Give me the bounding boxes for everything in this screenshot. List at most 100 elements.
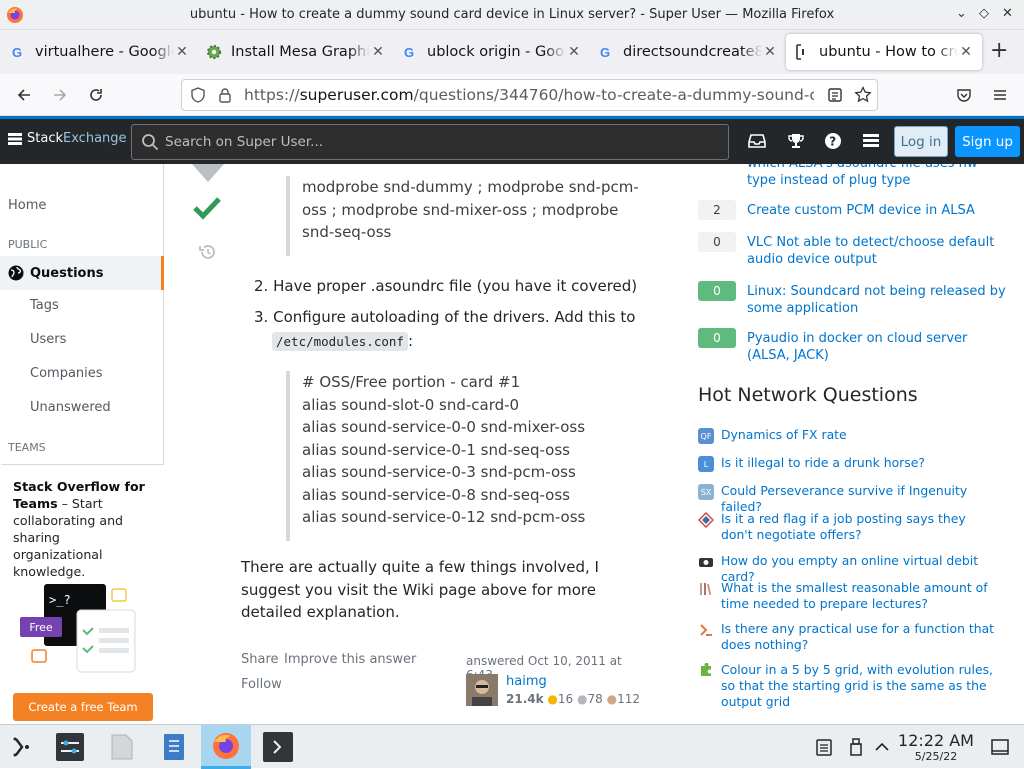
pocket-icon[interactable] <box>956 87 972 103</box>
create-team-button[interactable]: Create a free Team <box>13 693 153 721</box>
firefox-taskbar-icon[interactable] <box>201 725 251 769</box>
close-icon[interactable]: ✕ <box>1002 6 1013 21</box>
terminal-icon[interactable] <box>256 725 300 769</box>
login-button[interactable]: Log in <box>894 126 948 157</box>
follow-link[interactable]: Follow <box>241 677 282 692</box>
clock[interactable]: 12:22 AM 5/25/22 <box>896 733 976 765</box>
minimize-icon[interactable]: ⌄ <box>956 6 967 21</box>
page-content: Home PUBLIC Questions Tags Users Compani… <box>0 164 1024 724</box>
share-link[interactable]: Share <box>241 652 279 667</box>
superuser-icon <box>794 44 810 60</box>
system-settings-icon[interactable] <box>48 725 92 769</box>
signup-button[interactable]: Sign up <box>955 126 1020 157</box>
reload-button[interactable] <box>83 82 109 108</box>
tab-close-icon[interactable]: ✕ <box>370 44 386 60</box>
inbox-icon[interactable] <box>746 130 768 152</box>
nav-users[interactable]: Users <box>30 332 66 347</box>
svg-text:G: G <box>12 45 22 59</box>
space-icon: SX <box>698 484 714 500</box>
maximize-icon[interactable]: ◇ <box>979 6 989 21</box>
file-icon[interactable] <box>100 725 144 769</box>
nav-tags[interactable]: Tags <box>30 298 59 313</box>
nav-unanswered[interactable]: Unanswered <box>30 400 111 415</box>
teams-promo: Stack Overflow for Teams – Start collabo… <box>1 464 164 724</box>
academia-icon <box>700 583 712 596</box>
tab-close-icon[interactable]: ✕ <box>958 44 974 60</box>
url-text: https://superuser.com/questions/344760/h… <box>244 86 814 104</box>
arrow-left-icon <box>17 89 30 101</box>
nav-section-teams: TEAMS <box>8 441 46 454</box>
answer-count: 2 <box>698 200 736 220</box>
firefox-icon <box>7 7 23 23</box>
law-icon: L <box>698 456 714 472</box>
stackexchange-topbar: Stack Exchange Search on Super User... ? … <box>0 116 1024 164</box>
code-block-aliases: # OSS/Free portion - card #1 alias sound… <box>286 371 585 541</box>
svg-text:>_?: >_? <box>49 593 71 607</box>
left-sidebar: Home PUBLIC Questions Tags Users Compani… <box>0 164 164 724</box>
help-icon[interactable]: ? <box>822 130 844 152</box>
money-icon <box>699 558 713 567</box>
show-desktop-icon[interactable] <box>980 725 1020 769</box>
menu-hamburger-icon[interactable] <box>992 87 1008 103</box>
reload-icon <box>90 89 102 101</box>
svg-text:G: G <box>404 45 414 59</box>
chevron-up-icon[interactable] <box>864 725 900 769</box>
gear-icon <box>206 44 222 60</box>
tab-close-icon[interactable]: ✕ <box>566 44 582 60</box>
improve-answer-link[interactable]: Improve this answer <box>284 652 416 667</box>
achievements-trophy-icon[interactable] <box>785 130 807 152</box>
nav-questions[interactable]: Questions <box>0 256 164 290</box>
inline-code: /etc/modules.conf <box>272 332 408 351</box>
google-icon: G <box>402 44 418 60</box>
document-viewer-icon[interactable] <box>152 725 196 769</box>
puzzling-icon <box>701 663 711 676</box>
accepted-checkmark-icon <box>193 197 221 220</box>
svg-text:G: G <box>600 45 610 59</box>
new-tab-button[interactable]: + <box>990 38 1008 63</box>
quant-icon: QF <box>698 428 714 444</box>
answer-count: 0 <box>698 328 736 348</box>
arrow-right-icon <box>54 89 67 101</box>
list-item-3: 3. Configure autoloading of the drivers.… <box>254 308 636 326</box>
globe-icon <box>8 265 24 281</box>
teams-promo-text: Stack Overflow for Teams – Start collabo… <box>13 479 145 579</box>
site-switcher-icon[interactable] <box>860 130 882 152</box>
hot-network-questions-title: Hot Network Questions <box>698 384 918 406</box>
forward-button[interactable] <box>47 82 73 108</box>
reader-view-icon[interactable] <box>827 87 843 103</box>
tab-close-icon[interactable]: ✕ <box>174 44 190 60</box>
history-icon[interactable] <box>198 242 218 262</box>
navigation-toolbar: https://superuser.com/questions/344760/h… <box>0 74 1024 116</box>
lock-icon[interactable] <box>218 87 232 103</box>
nav-home[interactable]: Home <box>8 198 46 213</box>
app-launcher-icon[interactable] <box>0 725 44 769</box>
answer-closing-paragraph: There are actually quite a few things in… <box>241 558 599 621</box>
list-item-2: 2. Have proper .asoundrc file (you have … <box>254 277 638 295</box>
google-icon: G <box>10 44 26 60</box>
answer-count: 0 <box>698 281 736 301</box>
window-titlebar: ubuntu - How to create a dummy sound car… <box>0 0 1024 30</box>
workplace-icon <box>698 512 714 528</box>
tab-mesa[interactable]: Install Mesa Graphics ✕ <box>198 34 394 70</box>
user-name[interactable]: haimg <box>506 674 547 689</box>
svg-text:?: ? <box>829 135 836 149</box>
tab-ublock[interactable]: G ublock origin - Googl ✕ <box>394 34 590 70</box>
avatar[interactable] <box>466 674 498 706</box>
stackexchange-logo[interactable]: Stack Exchange <box>8 131 127 146</box>
downvote-arrow-icon[interactable] <box>191 164 225 182</box>
search-input[interactable]: Search on Super User... <box>131 124 729 160</box>
shield-icon[interactable] <box>190 87 206 103</box>
nav-section-public: PUBLIC <box>8 238 48 251</box>
bookmark-star-icon[interactable] <box>854 86 872 104</box>
taskbar: 12:22 AM 5/25/22 <box>0 724 1024 769</box>
back-button[interactable] <box>11 82 37 108</box>
nav-companies[interactable]: Companies <box>30 366 103 381</box>
tab-superuser[interactable]: ubuntu - How to crea ✕ <box>786 34 982 70</box>
tab-directsound[interactable]: G directsoundcreate8 fa ✕ <box>590 34 786 70</box>
address-bar[interactable]: https://superuser.com/questions/344760/h… <box>181 79 878 111</box>
answer-count: 0 <box>698 232 736 252</box>
tab-close-icon[interactable]: ✕ <box>762 44 778 60</box>
code-block-modprobe: modprobe snd-dummy ; modprobe snd-pcm- o… <box>286 176 639 256</box>
tab-virtualhere[interactable]: G virtualhere - Google S ✕ <box>2 34 198 70</box>
free-badge: Free <box>20 617 62 637</box>
